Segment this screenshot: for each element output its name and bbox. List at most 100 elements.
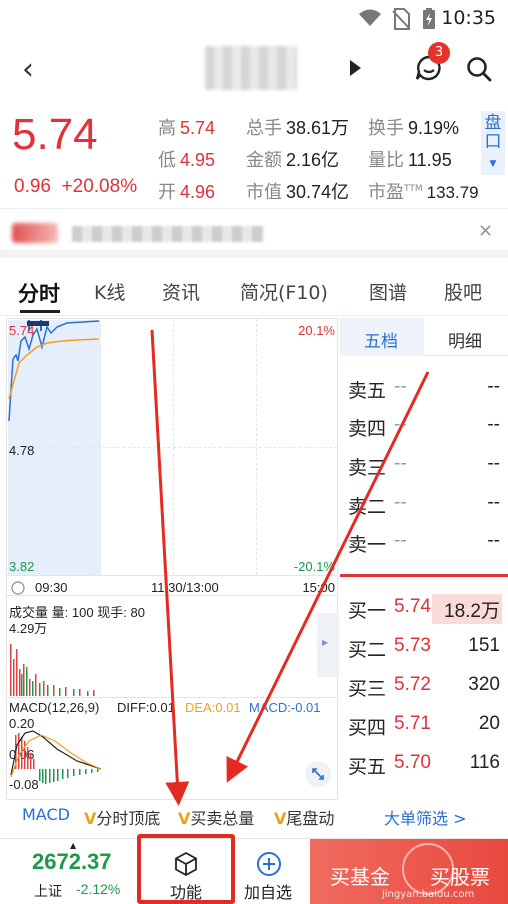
- ask-price: --: [394, 492, 407, 513]
- ask-row: 卖一 -- --: [340, 524, 508, 562]
- volratio-value: 11.95: [408, 150, 452, 170]
- change-value: 0.96: [14, 176, 51, 197]
- ask-label: 卖四: [348, 418, 387, 440]
- total-buy-sell-button[interactable]: V买卖总量: [178, 805, 254, 829]
- tab-graph[interactable]: 图谱: [369, 278, 407, 305]
- ask-volume: --: [487, 376, 500, 397]
- tab-f10[interactable]: 简况(F10): [240, 278, 328, 305]
- turnover-value: 9.19%: [408, 118, 460, 138]
- bid-volume: 320: [468, 674, 500, 695]
- divider: [7, 575, 337, 576]
- buy-fund-button[interactable]: 买基金: [330, 861, 390, 890]
- pct-axis-top: 20.1%: [298, 323, 335, 338]
- ask-label: 卖五: [348, 380, 387, 402]
- bid-label: 买四: [348, 717, 387, 739]
- buy-buttons: 买基金 买股票 jingyan.baidu.com: [310, 839, 508, 904]
- bid-volume: 151: [468, 635, 500, 656]
- volume-bars: [10, 644, 95, 696]
- tab-five-levels[interactable]: 五档: [364, 327, 398, 352]
- macd-indicator-button[interactable]: MACD: [22, 805, 70, 824]
- turnover-label: 换手: [368, 118, 404, 139]
- pankou-toggle[interactable]: 盘口 ▼: [481, 111, 505, 175]
- price-axis-bottom: 3.82: [9, 559, 35, 574]
- tab-news[interactable]: 资讯: [162, 278, 200, 305]
- ask-price: --: [394, 453, 407, 474]
- bid-volume: 18.2万: [444, 601, 500, 622]
- time-end: 15:00: [302, 580, 335, 595]
- tab-forum[interactable]: 股吧: [444, 278, 482, 305]
- high-cell: 高 5.74: [158, 114, 215, 140]
- index-value: 2672.37: [32, 849, 112, 874]
- order-book-tabs: 五档 明细: [340, 318, 508, 356]
- volume-value: 38.61万: [286, 118, 350, 138]
- bid-price: 5.70: [394, 752, 431, 773]
- expand-icon: [312, 768, 324, 780]
- bid-label: 买三: [348, 678, 387, 700]
- tab-kline[interactable]: K线: [94, 278, 125, 305]
- price-axis-top: 5.74: [9, 323, 35, 338]
- add-watchlist-button[interactable]: 加自选: [236, 839, 302, 904]
- back-icon[interactable]: ‹: [22, 52, 34, 87]
- ask-row: 卖五 -- --: [340, 370, 508, 408]
- big-order-filter-link[interactable]: 大单筛选 >: [384, 805, 467, 829]
- low-label: 低: [158, 150, 176, 171]
- open-cell: 开 4.96: [158, 178, 215, 204]
- bottom-bar: ▲ 2672.37 上证 -2.12% 功能 加自选 买基金 买股票 jingy…: [0, 838, 508, 904]
- pct-axis-bottom: -20.1%: [293, 559, 335, 574]
- close-icon[interactable]: ✕: [478, 221, 493, 242]
- timeshare-chart[interactable]: 5.74 4.78 3.82 20.1% -20.1% 09:30 11:30/…: [6, 318, 339, 800]
- wifi-icon: [359, 9, 381, 26]
- next-stock-icon[interactable]: [350, 60, 361, 76]
- pe-cell: 市盈TTM 133.79: [368, 178, 479, 204]
- status-bar: 10:35: [0, 0, 508, 36]
- news-banner[interactable]: ✕: [0, 208, 508, 258]
- circle-icon[interactable]: [11, 581, 25, 595]
- total-buy-sell-label: 买卖总量: [190, 809, 255, 828]
- vip-mark: V: [178, 809, 191, 828]
- divider: [7, 595, 337, 596]
- volratio-label: 量比: [368, 150, 404, 171]
- mktcap-label: 市值: [246, 182, 282, 203]
- index-name: 上证: [34, 884, 62, 900]
- expand-arrow-icon: ▸: [322, 635, 329, 649]
- ask-row: 卖三 -- --: [340, 447, 508, 485]
- no-sim-icon: [392, 8, 410, 30]
- bid-row: 买五 5.70 116: [340, 746, 508, 784]
- tail-move-button[interactable]: V尾盘动: [274, 805, 334, 829]
- pankou-label: 盘口: [484, 113, 502, 152]
- tab-detail[interactable]: 明细: [448, 327, 482, 352]
- ask-row: 卖二 -- --: [340, 486, 508, 524]
- ask-volume: --: [487, 414, 500, 435]
- ask-label: 卖二: [348, 496, 387, 518]
- bid-label: 买五: [348, 756, 387, 778]
- mktcap-value: 30.74亿: [286, 182, 350, 202]
- top-bottom-button[interactable]: V分时顶底: [84, 805, 160, 829]
- bid-label: 买一: [348, 600, 387, 622]
- title-bar: ‹ 3: [0, 40, 508, 96]
- time-start: 09:30: [35, 580, 68, 595]
- fullscreen-button[interactable]: [305, 761, 331, 787]
- bid-label: 买二: [348, 639, 387, 661]
- ask-price: --: [394, 414, 407, 435]
- search-icon[interactable]: [466, 56, 492, 82]
- volume-cell: 总手 38.61万: [246, 114, 349, 140]
- macd-diff: DIFF:0.01: [117, 700, 175, 715]
- pe-label: 市盈: [368, 182, 404, 203]
- tab-timeshare[interactable]: 分时: [18, 278, 60, 308]
- battery-charging-icon: [423, 8, 435, 29]
- tail-move-label: 尾盘动: [286, 809, 335, 828]
- quote-panel: 5.74 0.96 +20.08% 高 5.74 低 4.95 开 4.96 总手 38…: [0, 100, 508, 208]
- banner-text-blurred: [72, 226, 264, 242]
- bid-ask-divider: [340, 574, 508, 577]
- pe-ttm-label: TTM: [404, 184, 423, 194]
- ask-row: 卖四 -- --: [340, 408, 508, 446]
- bid-price: 5.74: [394, 596, 431, 617]
- bid-price: 5.72: [394, 674, 431, 695]
- bid-row: 买一 5.74 18.2万: [340, 590, 508, 628]
- price-axis-mid: 4.78: [9, 443, 35, 458]
- expand-side-panel[interactable]: ▸: [317, 613, 339, 677]
- ask-price: --: [394, 376, 407, 397]
- bid-volume: 116: [469, 752, 500, 773]
- volume-value: 100: [71, 605, 94, 620]
- macd-title: MACD(12,26,9): [9, 700, 100, 715]
